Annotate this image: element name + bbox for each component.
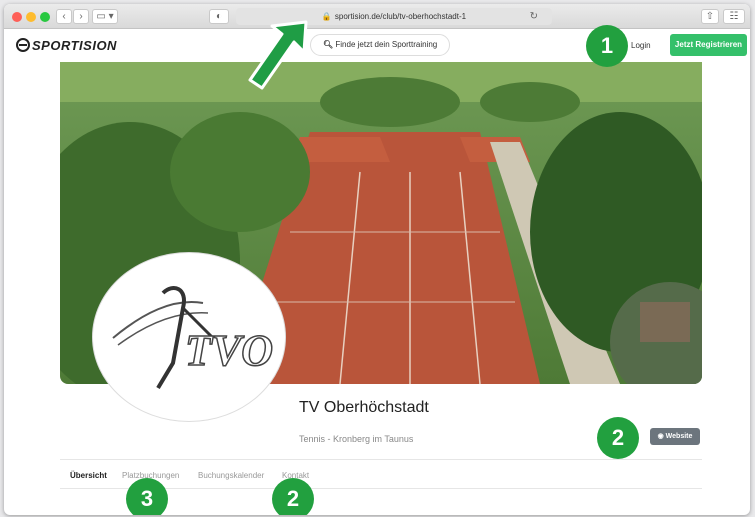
search-label: Finde jetzt dein Sporttraining xyxy=(335,40,438,49)
annotation-badge-kontakt: 2 xyxy=(272,478,314,515)
browser-titlebar: ‹ › ▭ ▾ ◐ 🔒 sportision.de/club/tv-oberhoc… xyxy=(4,4,750,29)
close-window-button[interactable] xyxy=(12,12,22,22)
tab-uebersicht[interactable]: Übersicht xyxy=(70,471,107,480)
site-navbar: SPORTISION 🔍︎ Finde jetzt dein Sporttrai… xyxy=(4,29,750,62)
search-icon: 🔍︎ xyxy=(323,40,334,49)
minimize-window-button[interactable] xyxy=(26,12,36,22)
club-name: TV Oberhöchstadt xyxy=(299,399,429,416)
globe-icon: ◉ xyxy=(657,433,664,440)
search-training-button[interactable]: 🔍︎ Finde jetzt dein Sporttraining xyxy=(310,34,450,56)
reload-icon[interactable]: ↻ xyxy=(530,8,538,25)
club-subtitle: Tennis - Kronberg im Taunus xyxy=(299,434,414,444)
sidebar-toggle-icon[interactable]: ▭ ▾ xyxy=(92,9,118,24)
annotation-arrow-icon xyxy=(248,20,308,90)
tabs-overview-icon[interactable]: ☷ xyxy=(723,9,745,24)
lock-icon: 🔒 xyxy=(321,12,332,21)
privacy-shield-icon[interactable]: ◐ xyxy=(209,9,229,24)
login-link[interactable]: Login xyxy=(631,41,651,50)
forward-button[interactable]: › xyxy=(73,9,89,24)
url-text: sportision.de/club/tv-oberhochstadt-1 xyxy=(334,12,467,21)
club-logo-avatar: TVO xyxy=(92,252,286,422)
tab-buchungskalender[interactable]: Buchungskalender xyxy=(198,471,264,480)
annotation-badge-platzbuchungen: 3 xyxy=(126,478,168,515)
website-button[interactable]: ◉ Website xyxy=(650,428,700,445)
tvo-logo: TVO xyxy=(112,286,274,390)
annotation-badge-login: 1 xyxy=(586,25,628,67)
share-icon[interactable]: ⇧ xyxy=(701,9,719,24)
sportision-logo-icon xyxy=(16,38,30,52)
logo-text: SPORTISION xyxy=(32,38,117,53)
tvo-logo-text: TVO xyxy=(185,326,273,375)
sportision-logo[interactable]: SPORTISION xyxy=(16,38,117,53)
website-label: Website xyxy=(665,433,693,440)
browser-window: ‹ › ▭ ▾ ◐ 🔒 sportision.de/club/tv-oberhoc… xyxy=(4,4,750,515)
register-button[interactable]: Jetzt Registrieren xyxy=(670,34,747,56)
annotation-badge-website: 2 xyxy=(597,417,639,459)
maximize-window-button[interactable] xyxy=(40,12,50,22)
back-button[interactable]: ‹ xyxy=(56,9,72,24)
